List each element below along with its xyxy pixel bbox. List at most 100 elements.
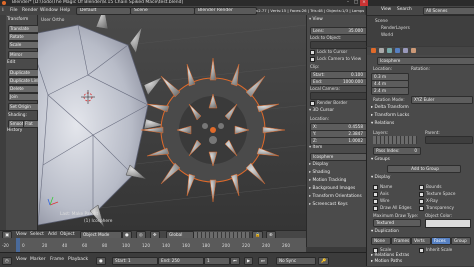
motion-paths-panel-header[interactable]: ▸ Motion Paths	[371, 259, 402, 265]
background-images-panel-header[interactable]: Background Images	[309, 186, 364, 192]
play-icon[interactable]: ▶	[244, 257, 254, 265]
world-tab-icon[interactable]	[387, 48, 392, 53]
scene-select[interactable]: Scene	[130, 7, 195, 15]
delete-button[interactable]: Delete	[8, 85, 39, 93]
jump-start-icon[interactable]: ⏮	[230, 257, 240, 265]
local-camera-field[interactable]	[310, 92, 367, 100]
sync-select[interactable]: No Sync	[276, 257, 316, 265]
outliner-item-world[interactable]: World	[381, 32, 393, 37]
history-panel-header[interactable]: History	[7, 128, 22, 133]
dup-frames-button[interactable]: Frames	[391, 237, 411, 245]
rotation-mode-select[interactable]: XYZ Euler	[411, 96, 473, 104]
join-button[interactable]: Join	[8, 93, 39, 101]
lens-field[interactable]: Lens: 35.000	[310, 27, 367, 35]
duplication-panel-header[interactable]: ▾ Duplication	[371, 229, 399, 235]
record-icon[interactable]: ●	[96, 257, 106, 265]
jump-end-icon[interactable]: ⏭	[258, 257, 268, 265]
screen-layout-select[interactable]: Default	[76, 7, 131, 15]
edit-panel-header[interactable]: Edit	[7, 60, 15, 65]
draw-type-select[interactable]: Textured	[373, 219, 421, 227]
transform-panel-header[interactable]: Transform	[7, 17, 28, 22]
dup-verts-button[interactable]: Verts	[411, 237, 431, 245]
layers-grid[interactable]	[373, 136, 417, 144]
clip-end-field[interactable]: End: 1000.000	[310, 78, 367, 86]
menu-help[interactable]: Help	[60, 7, 70, 14]
timeline-playback-menu[interactable]: Playback	[68, 256, 88, 263]
menu-file[interactable]: File	[10, 7, 18, 14]
inherit-scale-checkbox[interactable]: Inherit Scale	[419, 247, 452, 253]
axis-checkbox[interactable]: Axis	[373, 191, 389, 197]
add-to-group-button[interactable]: Add to Group	[387, 165, 461, 173]
parent-field[interactable]	[425, 136, 473, 144]
lock-camera-checkbox[interactable]: Lock Camera to View	[310, 56, 361, 62]
display-panel-header[interactable]: Display	[309, 162, 364, 168]
translate-button[interactable]: Translate	[8, 25, 39, 33]
viewport-select-menu[interactable]: Select	[30, 231, 44, 238]
editor-type-icon[interactable]: ℹ	[2, 7, 4, 14]
wire-checkbox[interactable]: Wire	[373, 198, 389, 204]
groups-panel-header[interactable]: ▾ Groups	[371, 157, 390, 163]
item-panel-header[interactable]: Item	[309, 145, 364, 151]
scene-tab-icon[interactable]	[379, 48, 384, 53]
lock-to-cursor-checkbox[interactable]: Lock to Cursor	[310, 49, 347, 55]
set-origin-button[interactable]: Set Origin	[8, 103, 39, 111]
pass-index-field[interactable]: Pass Index: 0	[373, 147, 421, 155]
motion-tracking-panel-header[interactable]: Motion Tracking	[309, 178, 364, 184]
start-frame-field[interactable]: Start: 1	[112, 257, 158, 265]
3d-viewport[interactable]: User Ortho Last: Make Parent (1) Icosphe…	[38, 15, 306, 230]
keying-icon[interactable]: 🔑	[318, 257, 330, 265]
timeline-frame-menu[interactable]: Frame	[50, 256, 64, 263]
dup-none-button[interactable]: None	[371, 237, 391, 245]
lock-object-field[interactable]	[310, 41, 367, 49]
draw-all-edges-checkbox[interactable]: Draw All Edges	[373, 205, 412, 211]
timeline-marker-menu[interactable]: Marker	[30, 256, 46, 263]
menu-render[interactable]: Render	[22, 7, 38, 14]
viewport-view-menu[interactable]: View	[16, 231, 27, 238]
shading-panel-header[interactable]: Shading	[309, 170, 364, 176]
viewport-object-menu[interactable]: Object	[60, 231, 75, 238]
view-panel-header[interactable]: View	[309, 17, 364, 23]
transparency-checkbox[interactable]: Transparency	[419, 205, 454, 211]
relations-panel-header[interactable]: ▾ Relations	[371, 121, 394, 127]
material-tab-icon[interactable]	[411, 48, 416, 53]
render-tab-icon[interactable]	[371, 48, 376, 53]
bounds-checkbox[interactable]: Bounds	[419, 184, 442, 190]
texture-space-checkbox[interactable]: Texture Space	[419, 191, 455, 197]
object-color-swatch[interactable]	[425, 219, 471, 228]
rotate-button[interactable]: Rotate	[8, 33, 39, 41]
timeline[interactable]: -20 0 20 40 60 80 100 120 140 160 180 20…	[0, 238, 306, 252]
modifier-tab-icon[interactable]	[403, 48, 408, 53]
outliner-view-menu[interactable]: View	[381, 7, 391, 13]
screencast-keys-panel-header[interactable]: Screencast Keys	[309, 202, 364, 208]
delta-transform-panel-header[interactable]: ▸ Delta Transform	[371, 105, 409, 111]
render-engine-select[interactable]: Blender Render	[194, 7, 257, 15]
render-border-checkbox[interactable]: Render Border	[310, 100, 347, 106]
3d-cursor-panel-header[interactable]: 3D Cursor	[309, 108, 364, 114]
scale-button[interactable]: Scale	[8, 41, 39, 49]
cursor-z-field[interactable]: Z: 1.0002	[310, 137, 367, 145]
dup-group-button[interactable]: Group	[451, 237, 471, 245]
transform-orientations-panel-header[interactable]: Transform Orientations	[309, 194, 364, 200]
dup-faces-button[interactable]: Faces	[431, 237, 451, 245]
scale-checkbox[interactable]: Scale	[373, 247, 391, 253]
duplicate-button[interactable]: Duplicate	[8, 69, 39, 77]
mirror-button[interactable]: Mirror	[8, 51, 39, 59]
smooth-button[interactable]: Smooth	[8, 120, 24, 128]
timeline-editor-type-button[interactable]: ◷	[2, 257, 12, 265]
timeline-view-menu[interactable]: View	[16, 256, 27, 263]
outliner-item-scene[interactable]: Scene	[375, 18, 388, 23]
object-name-field[interactable]: Icosphere	[377, 57, 474, 65]
item-name-field[interactable]: Icosphere	[310, 153, 367, 161]
name-checkbox[interactable]: Name	[373, 184, 392, 190]
flat-button[interactable]: Flat	[23, 120, 39, 128]
outliner-display-mode-select[interactable]: All Scenes	[423, 7, 474, 15]
transform-locks-panel-header[interactable]: ▸ Transform Locks	[371, 113, 409, 119]
end-frame-field[interactable]: End: 250	[158, 257, 204, 265]
outliner-item-renderlayers[interactable]: RenderLayers	[381, 25, 410, 30]
duplicate-linked-button[interactable]: Duplicate Linked	[8, 77, 39, 85]
x-ray-checkbox[interactable]: X-Ray	[419, 198, 438, 204]
location-z-field[interactable]: 2.4 m	[371, 87, 409, 95]
current-frame-field[interactable]: 1	[204, 257, 230, 265]
menu-window[interactable]: Window	[40, 7, 58, 14]
outliner-search-menu[interactable]: Search	[397, 7, 412, 13]
